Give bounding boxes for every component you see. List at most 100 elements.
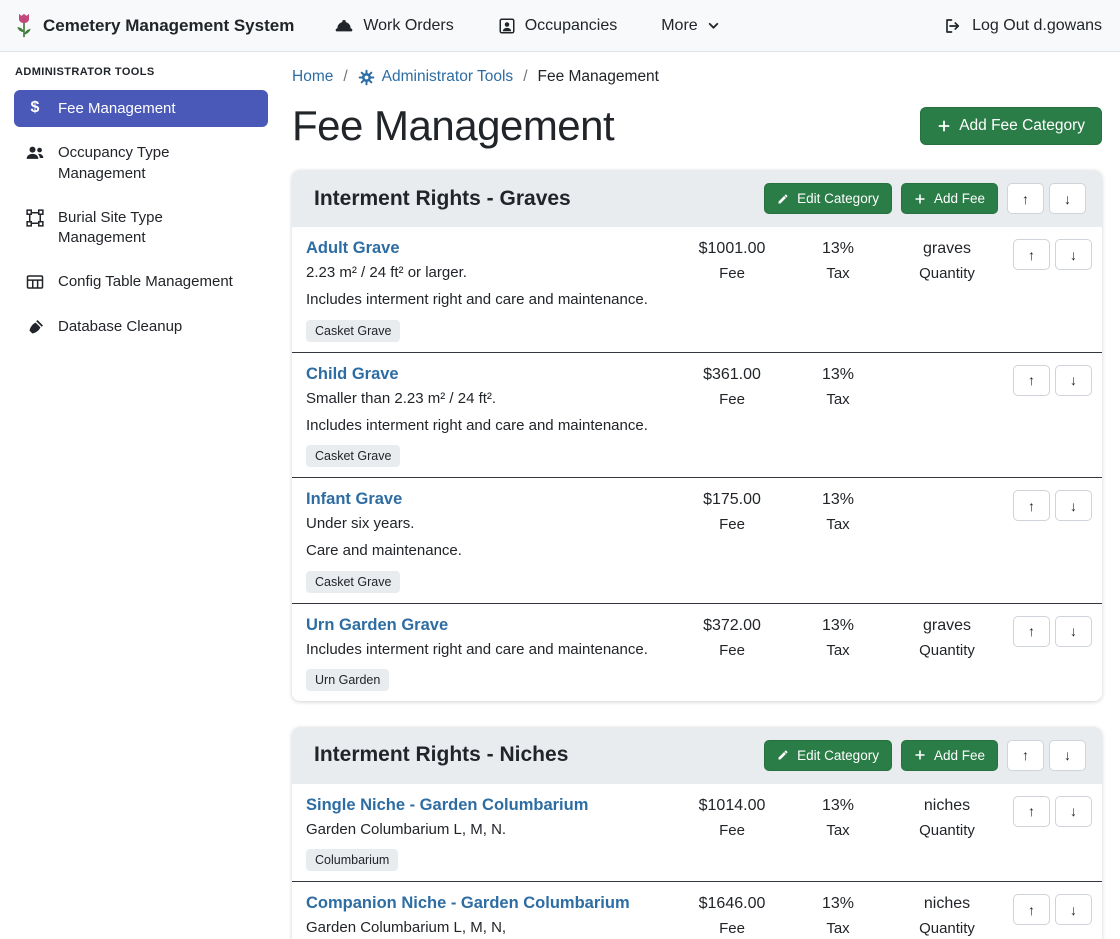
move-fee-down-button[interactable]: ↓ [1055,894,1092,925]
fee-tax-column: 13% Tax [785,239,891,282]
primary-nav: Work Orders Occupancies More [334,17,943,35]
fee-amount: $1646.00 [679,895,785,913]
arrow-up-icon: ↑ [1022,191,1029,207]
add-fee-category-label: Add Fee Category [959,117,1085,135]
fee-amount-label: Fee [679,516,785,533]
fee-list: Single Niche - Garden Columbarium Garden… [292,784,1102,939]
sign-out-icon [943,17,963,35]
move-fee-up-button[interactable]: ↑ [1013,365,1050,396]
edit-category-button[interactable]: Edit Category [764,183,892,214]
fee-description: Includes interment right and care and ma… [306,416,671,436]
fee-description: Includes interment right and care and ma… [306,640,671,660]
sidebar-item-burial-site-type-management[interactable]: Burial Site Type Management [14,199,268,257]
sidebar-item-occupancy-type-management[interactable]: Occupancy Type Management [14,134,268,192]
arrow-up-icon: ↑ [1028,803,1035,819]
breadcrumb-home-link[interactable]: Home [292,68,333,86]
fee-amount: $175.00 [679,491,785,509]
sidebar-item-config-table-management[interactable]: Config Table Management [14,263,268,300]
move-fee-down-button[interactable]: ↓ [1055,239,1092,270]
category-list: Interment Rights - Graves Edit Category … [292,170,1102,939]
fee-category-card: Interment Rights - Graves Edit Category … [292,170,1102,701]
add-fee-button[interactable]: Add Fee [901,183,998,214]
fee-tax: 13% [785,366,891,384]
nav-item-more[interactable]: More [661,17,719,35]
fee-tax-column: 13% Tax [785,490,891,533]
nav-item-work-orders[interactable]: Work Orders [334,17,453,35]
fee-tax-label: Tax [785,265,891,282]
add-fee-label: Add Fee [934,191,985,206]
move-category-up-button[interactable]: ↑ [1007,183,1044,214]
app-brand[interactable]: Cemetery Management System [14,12,294,39]
arrow-up-icon: ↑ [1028,498,1035,514]
sidebar-item-fee-management[interactable]: $ Fee Management [14,90,268,127]
move-category-down-button[interactable]: ↓ [1049,183,1086,214]
move-fee-up-button[interactable]: ↑ [1013,796,1050,827]
arrow-down-icon: ↓ [1070,623,1077,639]
fee-amount-label: Fee [679,822,785,839]
fee-quantity-label: Quantity [891,920,1003,937]
move-fee-down-button[interactable]: ↓ [1055,616,1092,647]
fee-amount: $361.00 [679,366,785,384]
fee-row: Adult Grave 2.23 m² / 24 ft² or larger.I… [292,227,1102,353]
hard-hat-icon [334,17,354,35]
broom-icon [24,318,46,337]
sidebar-item-label: Occupancy Type Management [58,142,233,184]
sidebar-item-database-cleanup[interactable]: Database Cleanup [14,308,268,345]
move-fee-down-button[interactable]: ↓ [1055,490,1092,521]
fee-name-link[interactable]: Urn Garden Grave [306,616,448,635]
move-fee-down-button[interactable]: ↓ [1055,365,1092,396]
fee-name-link[interactable]: Adult Grave [306,239,400,258]
table-icon [24,273,46,291]
fee-tax-column: 13% Tax [785,616,891,659]
fee-name-link[interactable]: Single Niche - Garden Columbarium [306,796,588,815]
nav-item-occupancies[interactable]: Occupancies [498,17,618,35]
fee-amount-column: $1014.00 Fee [679,796,785,839]
arrow-down-icon: ↓ [1070,372,1077,388]
fee-row: Single Niche - Garden Columbarium Garden… [292,784,1102,882]
fee-quantity: niches [891,895,1003,913]
app-title: Cemetery Management System [43,16,294,36]
fee-amount: $1001.00 [679,240,785,258]
arrow-up-icon: ↑ [1028,902,1035,918]
fee-description: 2.23 m² / 24 ft² or larger. [306,263,671,283]
edit-category-button[interactable]: Edit Category [764,740,892,771]
add-fee-button[interactable]: Add Fee [901,740,998,771]
sidebar-item-label: Database Cleanup [58,316,182,337]
move-fee-up-button[interactable]: ↑ [1013,239,1050,270]
fee-name-link[interactable]: Infant Grave [306,490,402,509]
edit-category-label: Edit Category [797,748,879,763]
nav-item-label: Occupancies [525,17,618,35]
fee-list: Adult Grave 2.23 m² / 24 ft² or larger. I… [292,227,1102,701]
fee-tax: 13% [785,797,891,815]
fee-description: Smaller than 2.23 m² / 24 ft². [306,389,671,409]
fee-name-link[interactable]: Companion Niche - Garden Columbarium [306,894,630,913]
fee-quantity-column: niches Quantity [891,894,1003,937]
chevron-down-icon [707,19,720,32]
nav-item-label: Work Orders [363,17,453,35]
fee-amount-column: $361.00 Fee [679,365,785,408]
fee-tag: Columbarium [306,849,398,871]
plus-icon [914,749,926,761]
fee-amount-column: $372.00 Fee [679,616,785,659]
arrow-down-icon: ↓ [1064,191,1071,207]
fee-row: Infant Grave Under six years.Care and ma… [292,478,1102,604]
fee-descriptions: Garden Columbarium L, M, N. [306,820,671,840]
move-fee-down-button[interactable]: ↓ [1055,796,1092,827]
move-category-down-button[interactable]: ↓ [1049,740,1086,771]
sidebar-item-label: Fee Management [58,98,176,119]
fee-quantity: niches [891,797,1003,815]
move-fee-up-button[interactable]: ↑ [1013,490,1050,521]
pencil-icon [777,193,789,205]
move-fee-up-button[interactable]: ↑ [1013,616,1050,647]
nav-item-label: More [661,17,697,35]
logout-button[interactable]: Log Out d.gowans [943,17,1102,35]
fee-descriptions: Garden Columbarium L, M, N, [306,918,671,938]
move-fee-up-button[interactable]: ↑ [1013,894,1050,925]
fee-tax: 13% [785,240,891,258]
move-category-up-button[interactable]: ↑ [1007,740,1044,771]
fee-name-link[interactable]: Child Grave [306,365,399,384]
pencil-icon [777,749,789,761]
add-fee-category-button[interactable]: Add Fee Category [920,107,1102,145]
breadcrumb-admin-tools-link[interactable]: Administrator Tools [358,68,514,86]
fee-amount-column: $175.00 Fee [679,490,785,533]
